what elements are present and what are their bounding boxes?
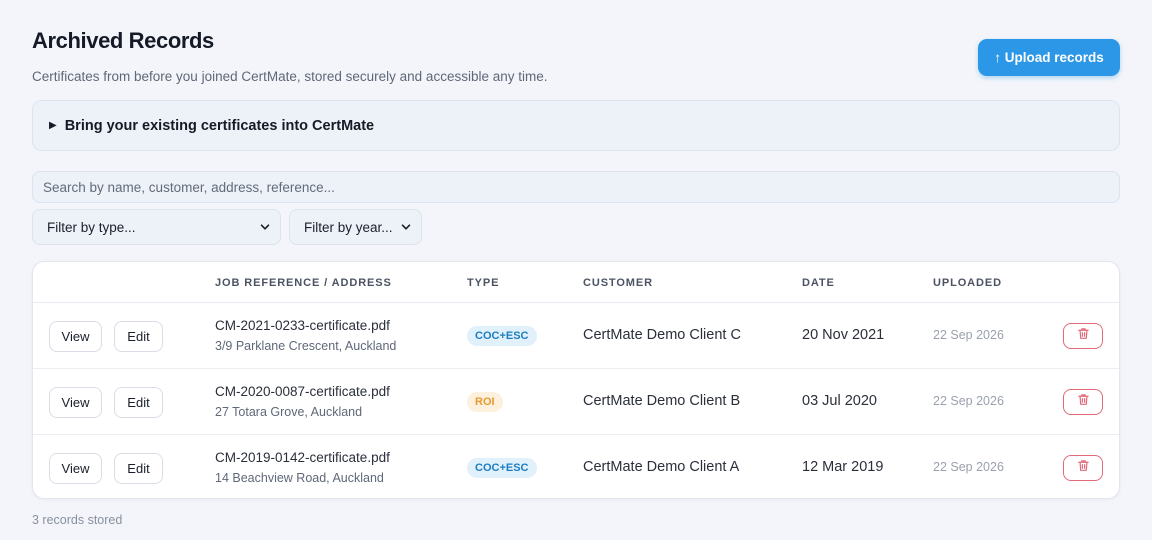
view-button[interactable]: View (49, 387, 102, 418)
header-job-reference: JOB REFERENCE / ADDRESS (215, 277, 392, 289)
uploaded-date: 22 Sep 2026 (933, 394, 1004, 408)
chevron-down-icon (260, 222, 270, 232)
file-name[interactable]: CM-2021-0233-certificate.pdf (215, 318, 390, 333)
uploaded-date: 22 Sep 2026 (933, 328, 1004, 342)
type-badge: COC+ESC (467, 458, 537, 478)
edit-button[interactable]: Edit (114, 321, 163, 352)
view-button[interactable]: View (49, 453, 102, 484)
records-table: JOB REFERENCE / ADDRESS TYPE CUSTOMER DA… (32, 261, 1120, 499)
edit-button[interactable]: Edit (114, 387, 163, 418)
search-input[interactable] (32, 171, 1120, 203)
page-subtitle: Certificates from before you joined Cert… (32, 69, 548, 84)
filter-year-select[interactable]: Filter by year... (289, 209, 422, 245)
import-panel-label: Bring your existing certificates into Ce… (64, 117, 375, 134)
delete-button[interactable] (1063, 323, 1103, 349)
header-uploaded: UPLOADED (933, 277, 1002, 289)
customer-name: CertMate Demo Client C (583, 327, 741, 343)
type-badge: ROI (467, 392, 503, 412)
delete-button[interactable] (1063, 389, 1103, 415)
address: 27 Totara Grove, Auckland (215, 405, 363, 419)
header-type: TYPE (467, 277, 500, 289)
edit-button[interactable]: Edit (114, 453, 163, 484)
address: 14 Beachview Road, Auckland (215, 471, 384, 485)
records-count: 3 records stored (32, 513, 123, 527)
record-date: 20 Nov 2021 (802, 327, 885, 343)
uploaded-date: 22 Sep 2026 (933, 460, 1004, 474)
customer-name: CertMate Demo Client B (583, 393, 741, 409)
trash-icon (1077, 327, 1090, 345)
type-badge: COC+ESC (467, 326, 537, 346)
header-date: DATE (802, 277, 835, 289)
table-row: View Edit CM-2019-0142-certificate.pdf 1… (33, 435, 1119, 498)
table-header: JOB REFERENCE / ADDRESS TYPE CUSTOMER DA… (33, 262, 1119, 303)
trash-icon (1077, 459, 1090, 477)
file-name[interactable]: CM-2019-0142-certificate.pdf (215, 450, 390, 465)
record-date: 03 Jul 2020 (802, 393, 877, 409)
view-button[interactable]: View (49, 321, 102, 352)
file-name[interactable]: CM-2020-0087-certificate.pdf (215, 384, 390, 399)
record-date: 12 Mar 2019 (802, 459, 884, 475)
upload-records-button[interactable]: ↑ Upload records (978, 39, 1120, 76)
trash-icon (1077, 393, 1090, 411)
filter-year-label: Filter by year... (304, 219, 393, 235)
page-title: Archived Records (32, 28, 214, 53)
chevron-down-icon (401, 222, 411, 232)
address: 3/9 Parklane Crescent, Auckland (215, 339, 397, 353)
filter-type-select[interactable]: Filter by type... (32, 209, 281, 245)
table-row: View Edit CM-2020-0087-certificate.pdf 2… (33, 369, 1119, 435)
triangle-right-icon: ▶ (49, 120, 57, 131)
customer-name: CertMate Demo Client A (583, 459, 740, 475)
delete-button[interactable] (1063, 455, 1103, 481)
import-certificates-disclosure[interactable]: ▶ Bring your existing certificates into … (32, 100, 1120, 151)
header-customer: CUSTOMER (583, 277, 653, 289)
filter-type-label: Filter by type... (47, 219, 136, 235)
table-row: View Edit CM-2021-0233-certificate.pdf 3… (33, 303, 1119, 369)
